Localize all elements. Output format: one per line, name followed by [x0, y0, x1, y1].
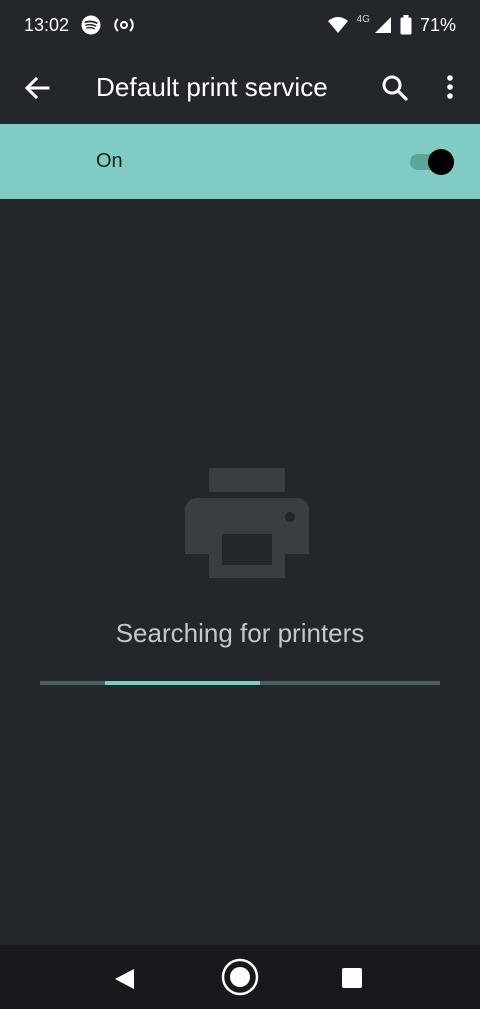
page-title: Default print service [96, 72, 328, 102]
printer-icon [185, 468, 309, 578]
status-bar: 13:02 4G 71% [0, 0, 480, 50]
toggle-thumb [428, 149, 454, 175]
hotspot-icon [113, 17, 135, 33]
back-arrow-icon[interactable] [22, 74, 52, 102]
searching-message: Searching for printers [115, 618, 365, 648]
status-time: 13:02 [24, 14, 70, 35]
navigation-bar [0, 945, 480, 1009]
progress-indicator [105, 681, 260, 685]
search-icon[interactable] [380, 73, 410, 103]
switch-label: On [96, 150, 123, 172]
service-toggle[interactable] [408, 148, 456, 178]
search-progress-bar [40, 681, 440, 685]
battery-percent: 71% [419, 14, 456, 35]
nav-home-icon[interactable] [220, 957, 260, 997]
more-options-icon[interactable] [440, 73, 460, 103]
app-bar: Default print service [0, 50, 480, 124]
nav-back-icon[interactable] [112, 967, 136, 991]
nav-recents-icon[interactable] [341, 967, 363, 989]
spotify-icon [81, 15, 101, 35]
network-type: 4G [356, 13, 370, 25]
wifi-icon [327, 16, 349, 34]
battery-icon [400, 15, 412, 35]
cellular-signal-icon [374, 16, 392, 34]
